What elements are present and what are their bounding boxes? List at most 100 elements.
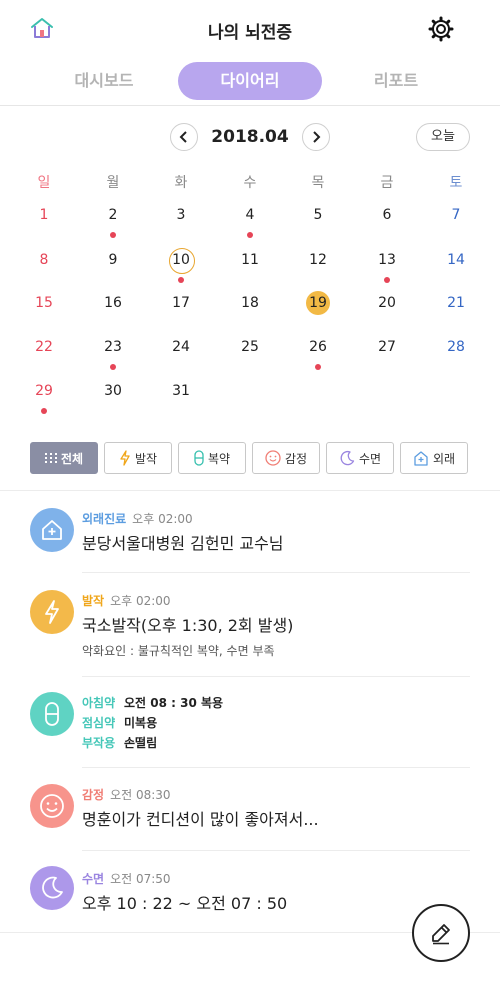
entry-seizure-avatar	[30, 590, 74, 634]
smile-icon	[40, 794, 64, 818]
calendar-day[interactable]: 31	[161, 379, 201, 403]
lightning-icon	[120, 450, 130, 466]
entry-outpatient-category: 외래진료	[82, 512, 127, 526]
gear-icon	[428, 16, 454, 42]
calendar-day[interactable]: 11	[230, 248, 270, 272]
hospital-icon	[414, 451, 428, 466]
calendar-day[interactable]: 9	[93, 248, 133, 272]
filter-all[interactable]: 전체	[30, 442, 98, 474]
calendar-day[interactable]: 5	[298, 203, 338, 227]
calendar-day[interactable]: 10	[161, 248, 201, 274]
calendar-day[interactable]: 17	[161, 291, 201, 315]
next-month-button[interactable]	[302, 123, 330, 151]
entry-sleep-category: 수면	[82, 872, 105, 886]
entry-medication-avatar	[30, 692, 74, 736]
calendar-day[interactable]: 28	[436, 335, 476, 359]
entry-sleep-avatar	[30, 866, 74, 910]
weekday-header: 금	[380, 175, 394, 191]
filter-outpatient[interactable]: 외래	[400, 442, 468, 474]
calendar-day[interactable]: 27	[367, 335, 407, 359]
grid-icon	[44, 453, 57, 463]
entry-emotion[interactable]: 감정 오전 08:30 명훈이가 컨디션이 많이 좋아져서...	[0, 784, 500, 848]
med-lunch-value: 미복용	[124, 716, 158, 730]
calendar-day[interactable]: 29	[24, 379, 64, 403]
write-entry-button[interactable]	[412, 904, 470, 962]
calendar-day[interactable]: 3	[161, 203, 201, 227]
calendar-day[interactable]: 2	[93, 203, 133, 227]
entry-outpatient-avatar	[30, 508, 74, 552]
entry-seizure-time: 오후 02:00	[110, 594, 171, 608]
month-label: 2018.04	[211, 127, 289, 147]
entry-seizure[interactable]: 발작 오후 02:00 국소발작(오후 1:30, 2회 발생) 악화요인 : 불…	[0, 590, 500, 676]
record-dot	[247, 232, 253, 238]
entry-emotion-avatar	[30, 784, 74, 828]
prev-month-button[interactable]	[170, 123, 198, 151]
entry-seizure-text: 국소발작(오후 1:30, 2회 발생)	[82, 616, 294, 635]
filter-medication-label: 복약	[207, 451, 231, 466]
record-dot	[178, 277, 184, 283]
filter-sleep-label: 수면	[358, 451, 382, 466]
tab-diary[interactable]: 다이어리	[178, 62, 322, 100]
filter-sleep[interactable]: 수면	[326, 442, 394, 474]
entry-medication[interactable]: 아침약 오전 08 : 30 복용 점심약 미복용 부작용 손떨림	[0, 692, 500, 764]
calendar-day[interactable]: 4	[230, 203, 270, 227]
entry-medication-row-sideeffect: 부작용 손떨림	[82, 734, 157, 751]
calendar-day[interactable]: 16	[93, 291, 133, 315]
filter-outpatient-label: 외래	[432, 451, 456, 466]
today-button[interactable]: 오늘	[416, 123, 470, 151]
tab-dashboard[interactable]: 대시보드	[40, 62, 168, 100]
entry-outpatient[interactable]: 외래진료 오후 02:00 분당서울대병원 김헌민 교수님	[0, 506, 500, 572]
entry-outpatient-time: 오후 02:00	[132, 512, 193, 526]
pill-icon	[45, 702, 59, 726]
weekday-header: 일	[37, 175, 51, 191]
calendar-day[interactable]: 12	[298, 248, 338, 272]
calendar-day[interactable]: 18	[230, 291, 270, 315]
app-header: 나의 뇌전증	[0, 0, 500, 56]
weekday-header: 목	[311, 175, 325, 191]
calendar-day[interactable]: 25	[230, 335, 270, 359]
filter-emotion[interactable]: 감정	[252, 442, 320, 474]
calendar-day[interactable]: 22	[24, 335, 64, 359]
calendar-day[interactable]: 13	[367, 248, 407, 272]
settings-button[interactable]	[428, 16, 454, 42]
calendar-day[interactable]: 23	[93, 335, 133, 359]
entry-sleep-text: 오후 10 : 22 ~ 오전 07 : 50	[82, 894, 288, 913]
med-morning-label: 아침약	[82, 696, 116, 710]
weekday-header: 토	[449, 175, 463, 191]
entry-emotion-text: 명훈이가 컨디션이 많이 좋아져서...	[82, 810, 319, 829]
filter-emotion-label: 감정	[284, 451, 308, 466]
weekday-header: 월	[106, 175, 120, 191]
calendar-day[interactable]: 8	[24, 248, 64, 272]
chevron-right-icon	[313, 131, 321, 143]
entry-emotion-category: 감정	[82, 788, 105, 802]
entry-outpatient-text: 분당서울대병원 김헌민 교수님	[82, 534, 284, 553]
calendar-day[interactable]: 15	[24, 291, 64, 315]
filter-seizure[interactable]: 발작	[104, 442, 172, 474]
weekday-header: 수	[243, 175, 257, 191]
calendar-day[interactable]: 24	[161, 335, 201, 359]
calendar-day[interactable]: 6	[367, 203, 407, 227]
entry-divider	[82, 572, 470, 573]
record-dot	[384, 277, 390, 283]
entry-divider	[82, 676, 470, 677]
entry-emotion-time: 오전 08:30	[110, 788, 171, 802]
calendar-day[interactable]: 7	[436, 203, 476, 227]
med-sideeffect-value: 손떨림	[124, 736, 158, 750]
calendar-day[interactable]: 19	[298, 291, 338, 315]
filter-medication[interactable]: 복약	[178, 442, 246, 474]
tab-report[interactable]: 리포트	[332, 62, 460, 100]
filter-all-label: 전체	[60, 451, 84, 466]
entry-outpatient-meta: 외래진료 오후 02:00	[82, 510, 193, 527]
calendar-day[interactable]: 21	[436, 291, 476, 315]
calendar-day[interactable]: 14	[436, 248, 476, 272]
record-dot	[110, 232, 116, 238]
calendar-day[interactable]: 26	[298, 335, 338, 359]
entry-medication-row-morning: 아침약 오전 08 : 30 복용	[82, 694, 223, 711]
entry-divider	[82, 767, 470, 768]
main-tabs: 대시보드 다이어리 리포트	[0, 60, 500, 104]
page-title: 나의 뇌전증	[207, 23, 293, 43]
entry-sleep-time: 오전 07:50	[110, 872, 171, 886]
calendar-day[interactable]: 20	[367, 291, 407, 315]
calendar-day[interactable]: 1	[24, 203, 64, 227]
calendar-day[interactable]: 30	[93, 379, 133, 403]
